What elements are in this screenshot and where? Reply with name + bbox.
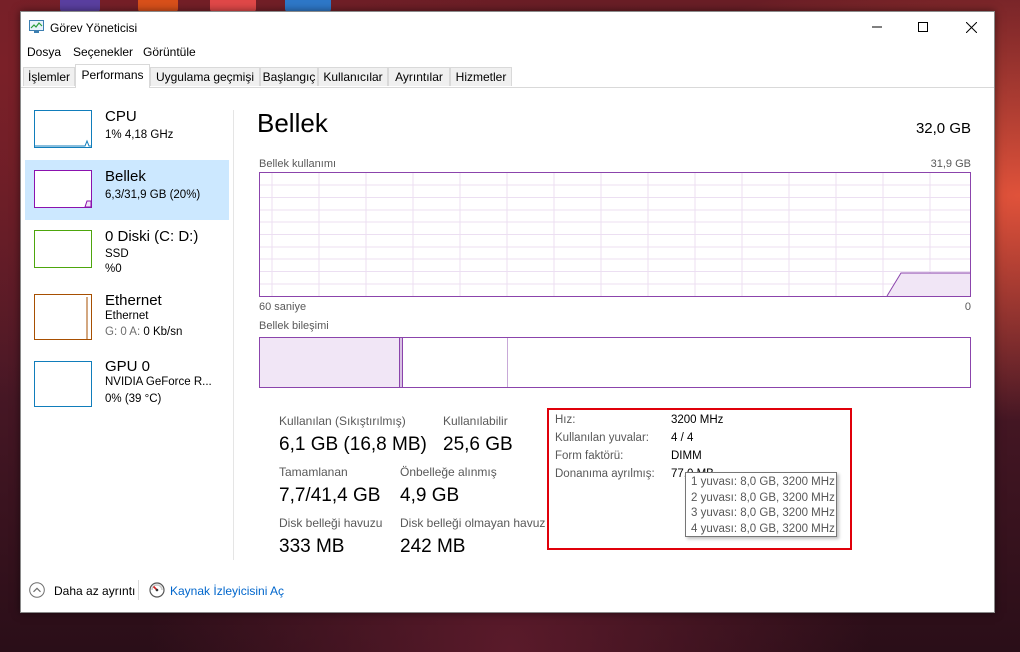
sidebar-item-disk[interactable]: 0 Diski (C: D:) SSD %0	[25, 220, 229, 280]
ethernet-mini-graph	[34, 294, 92, 340]
tab-services[interactable]: Hizmetler	[450, 67, 512, 86]
sidebar-divider	[233, 110, 234, 560]
chevron-up-circle-icon[interactable]	[29, 582, 45, 598]
red-highlight-box	[547, 408, 852, 550]
minimize-icon	[872, 26, 882, 28]
tab-app-history[interactable]: Uygulama geçmişi	[150, 67, 260, 86]
sidebar-item-detail: 1% 4,18 GHz	[105, 129, 174, 141]
stat-committed-value: 7,7/41,4 GB	[279, 485, 381, 506]
stat-available-value: 25,6 GB	[443, 434, 513, 455]
open-resource-monitor-link[interactable]: Kaynak İzleyicisini Aç	[170, 584, 284, 598]
usage-graph-svg	[260, 173, 970, 296]
usage-graph-max: 31,9 GB	[930, 158, 971, 170]
usage-grid	[260, 173, 970, 296]
tab-details[interactable]: Ayrıntılar	[388, 67, 450, 86]
stat-cached-label: Önbelleğe alınmış	[400, 465, 497, 479]
time-range-label: 60 saniye	[259, 301, 307, 313]
memory-panel: Bellek 32,0 GB Bellek kullanımı 31,9 GB	[257, 88, 977, 568]
sidebar-item-name: GPU 0	[105, 358, 151, 375]
ethernet-rate-value: 0 Kb/sn	[143, 326, 183, 338]
composition-in-use	[260, 338, 400, 387]
usage-graph-label: Bellek kullanımı	[259, 158, 337, 170]
sidebar-item-gpu[interactable]: GPU 0 NVIDIA GeForce R... 0% (39 °C)	[25, 352, 229, 412]
time-end-label: 0	[964, 301, 971, 313]
minimize-button[interactable]	[854, 12, 900, 42]
sidebar-item-detail: SSD	[105, 248, 129, 260]
stat-available-label: Kullanılabilir	[443, 414, 508, 428]
sidebar-item-name: Bellek	[105, 168, 146, 185]
tab-performance[interactable]: Performans	[75, 64, 150, 88]
stat-used-value: 6,1 GB (16,8 MB)	[279, 434, 427, 455]
task-manager-window: Görev Yöneticisi Dosya Seçenekler Görünt…	[20, 11, 995, 613]
composition-standby	[403, 338, 508, 387]
sidebar-item-detail: Ethernet	[105, 310, 149, 322]
footer: Daha az ayrıntı Kaynak İzleyicisini Aç	[21, 572, 994, 608]
sidebar-item-detail-2: 0% (39 °C)	[105, 393, 162, 405]
sidebar-item-detail: NVIDIA GeForce R...	[105, 376, 212, 388]
menu-view[interactable]: Görüntüle	[143, 45, 196, 59]
menu-options[interactable]: Seçenekler	[73, 45, 133, 59]
page-title: Bellek	[257, 108, 328, 138]
footer-separator	[138, 580, 139, 600]
maximize-icon	[918, 22, 928, 32]
tab-processes[interactable]: İşlemler	[23, 67, 75, 86]
memory-mini-graph	[34, 170, 92, 208]
sidebar-item-name: 0 Diski (C: D:)	[105, 228, 199, 245]
memory-composition-bar	[259, 337, 971, 388]
sidebar-item-detail-2: G: 0 A: 0 Kb/sn	[105, 326, 182, 338]
disk-mini-graph	[34, 230, 92, 268]
menu-file[interactable]: Dosya	[27, 45, 61, 59]
gpu-mini-graph	[34, 361, 92, 407]
fewer-details-link[interactable]: Daha az ayrıntı	[54, 584, 135, 598]
cpu-mini-graph	[34, 110, 92, 148]
maximize-button[interactable]	[900, 12, 946, 42]
tab-startup[interactable]: Başlangıç	[260, 67, 318, 86]
composition-label: Bellek bileşimi	[259, 320, 329, 332]
task-manager-icon	[29, 20, 44, 33]
close-icon	[965, 21, 977, 33]
sidebar-item-detail: 6,3/31,9 GB (20%)	[105, 189, 201, 201]
ethernet-rate-prefix: G: 0 A:	[105, 326, 144, 338]
sidebar-item-memory[interactable]: Bellek 6,3/31,9 GB (20%)	[25, 160, 229, 220]
tab-bar: İşlemler Performans Uygulama geçmişi Baş…	[21, 64, 994, 88]
sidebar-item-detail-2: %0	[105, 263, 122, 275]
sidebar-item-cpu[interactable]: CPU 1% 4,18 GHz	[25, 100, 229, 160]
stat-paged-value: 333 MB	[279, 536, 345, 557]
tab-users[interactable]: Kullanıcılar	[318, 67, 388, 86]
stat-used-label: Kullanılan (Sıkıştırılmış)	[279, 414, 406, 428]
stat-cached-value: 4,9 GB	[400, 485, 460, 506]
stat-paged-label: Disk belleği havuzu	[279, 516, 383, 530]
stat-committed-label: Tamamlanan	[279, 465, 348, 479]
window-title: Görev Yöneticisi	[50, 21, 138, 35]
title-bar[interactable]: Görev Yöneticisi	[21, 12, 994, 42]
stat-nonpaged-value: 242 MB	[400, 536, 466, 557]
resource-sidebar: CPU 1% 4,18 GHz Bellek 6,3/31,9 GB (20%)…	[21, 88, 233, 568]
memory-usage-graph	[259, 172, 971, 297]
resource-monitor-icon[interactable]	[149, 582, 165, 598]
sidebar-item-name: CPU	[105, 108, 137, 125]
stat-nonpaged-label: Disk belleği olmayan havuz	[400, 516, 546, 530]
sidebar-item-ethernet[interactable]: Ethernet Ethernet G: 0 A: 0 Kb/sn	[25, 286, 229, 346]
total-memory: 32,0 GB	[915, 120, 971, 137]
close-button[interactable]	[948, 12, 994, 42]
sidebar-item-name: Ethernet	[105, 292, 162, 309]
